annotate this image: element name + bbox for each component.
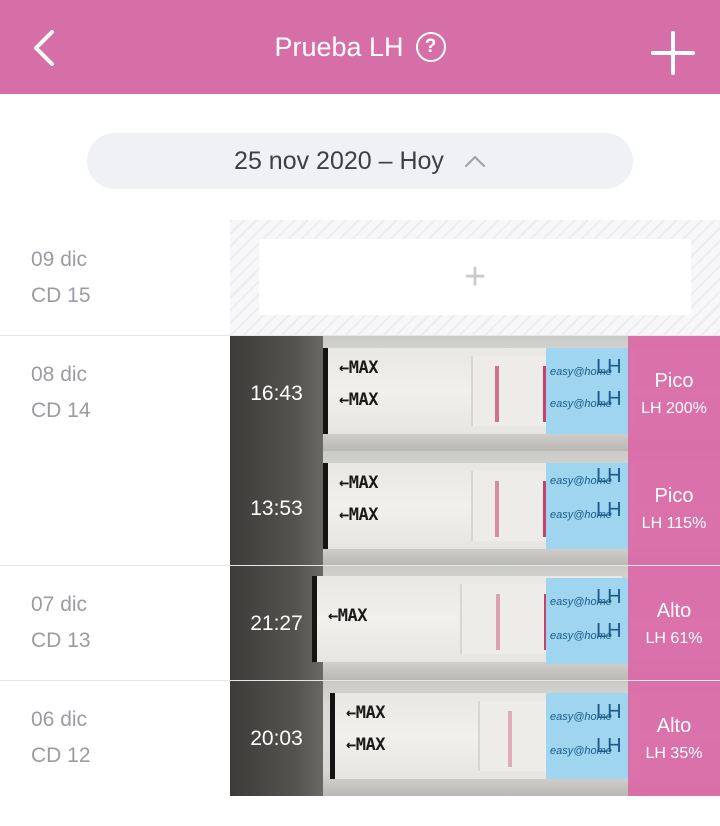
result-lh-percent: LH 61% xyxy=(645,629,703,647)
result-badge: Alto LH 61% xyxy=(628,566,720,681)
question-circle-icon[interactable]: ? xyxy=(415,32,446,62)
result-lh-percent: LH 200% xyxy=(641,399,707,417)
test-strip-card[interactable]: 13:53 ←MAX ←MAX easy@home LH easy@home L… xyxy=(230,451,720,566)
result-lh-percent: LH 35% xyxy=(645,744,703,762)
plus-icon: + xyxy=(463,256,487,298)
date-range-label: 25 nov 2020 – Hoy xyxy=(234,146,444,175)
max-label: ←MAX xyxy=(339,358,378,378)
top-bar: Prueba LH ? xyxy=(0,0,720,94)
title-group: Prueba LH ? xyxy=(0,0,720,94)
max-label: ←MAX xyxy=(339,390,378,410)
brand-lh: LH xyxy=(596,465,622,487)
brand-lh: LH xyxy=(596,586,622,608)
add-test-button[interactable] xyxy=(650,30,696,76)
cycle-day: CD 13 xyxy=(31,629,91,652)
cycle-day: CD 14 xyxy=(31,399,91,422)
test-line xyxy=(495,481,499,537)
max-label: ←MAX xyxy=(346,703,385,723)
max-label: ←MAX xyxy=(339,505,378,525)
plus-icon xyxy=(651,31,695,75)
day-date: 08 dic xyxy=(31,363,88,386)
result-level: Pico xyxy=(654,369,694,392)
day-date: 06 dic xyxy=(31,708,88,731)
strip-handle: easy@home LH easy@home LH xyxy=(546,693,630,779)
result-level: Alto xyxy=(656,599,692,622)
day-row: 07 dic CD 13 21:27 ←MAX easy@home LH eas… xyxy=(0,566,720,681)
result-badge: Pico LH 200% xyxy=(628,336,720,451)
day-row: 09 dic CD 15 + xyxy=(0,220,720,335)
result-lh-percent: LH 115% xyxy=(641,514,707,532)
chevron-up-icon xyxy=(464,155,486,168)
date-range-selector[interactable]: 25 nov 2020 – Hoy xyxy=(87,133,633,189)
test-time: 21:27 xyxy=(250,611,303,635)
strip-edge xyxy=(323,463,328,549)
page-title: Prueba LH xyxy=(274,31,404,62)
add-test-card[interactable]: + xyxy=(259,239,691,315)
cycle-day: CD 15 xyxy=(31,284,91,307)
test-line xyxy=(495,366,499,422)
result-level: Pico xyxy=(654,484,694,507)
test-strip-card[interactable]: 21:27 ←MAX easy@home LH easy@home LH Alt… xyxy=(230,566,720,681)
brand-lh: LH xyxy=(596,499,622,521)
result-level: Alto xyxy=(656,714,692,737)
test-time: 13:53 xyxy=(250,496,303,520)
strip-edge xyxy=(323,348,328,434)
test-line xyxy=(508,711,512,767)
result-badge: Alto LH 35% xyxy=(628,681,720,796)
day-row: 06 dic CD 12 20:03 ←MAX ←MAX easy@home L… xyxy=(0,681,720,796)
test-time: 20:03 xyxy=(250,726,303,750)
empty-test-slot: + xyxy=(230,220,720,335)
brand-lh: LH xyxy=(596,356,622,378)
brand-lh: LH xyxy=(596,388,622,410)
strip-handle: easy@home LH easy@home LH xyxy=(546,578,630,664)
strip-handle: easy@home LH easy@home LH xyxy=(546,348,630,434)
max-label: ←MAX xyxy=(346,735,385,755)
brand-lh: LH xyxy=(596,735,622,757)
strip-edge xyxy=(330,693,335,779)
cycle-day: CD 12 xyxy=(31,744,91,767)
day-date: 09 dic xyxy=(31,248,88,271)
max-label: ←MAX xyxy=(328,606,367,626)
max-label: ←MAX xyxy=(339,473,378,493)
test-strip-card[interactable]: 16:43 ←MAX ←MAX easy@home LH easy@home L… xyxy=(230,336,720,451)
strip-handle: easy@home LH easy@home LH xyxy=(546,463,630,549)
strip-edge xyxy=(312,576,317,662)
day-row: 08 dic CD 14 16:43 ←MAX ←MAX easy@home L… xyxy=(0,336,720,566)
brand-lh: LH xyxy=(596,620,622,642)
test-time: 16:43 xyxy=(250,381,303,405)
result-badge: Pico LH 115% xyxy=(628,451,720,566)
brand-lh: LH xyxy=(596,701,622,723)
test-line xyxy=(496,594,500,650)
day-date: 07 dic xyxy=(31,593,88,616)
test-strip-card[interactable]: 20:03 ←MAX ←MAX easy@home LH easy@home L… xyxy=(230,681,720,796)
